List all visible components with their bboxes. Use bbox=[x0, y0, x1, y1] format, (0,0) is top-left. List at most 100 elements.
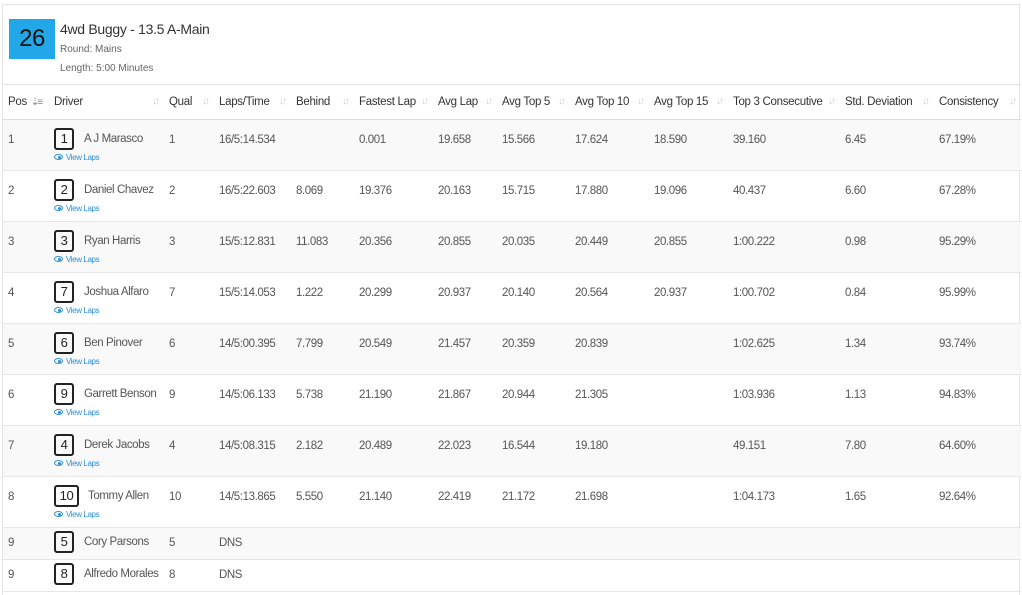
view-laps-link[interactable]: View Laps bbox=[54, 255, 164, 264]
view-laps-label: View Laps bbox=[66, 203, 100, 213]
table-row: 4 7 Joshua Alfaro View Laps 7 15/5:14.053 1.22… bbox=[3, 272, 1021, 323]
col-header-pos[interactable]: Pos ⇣≡ bbox=[3, 85, 49, 120]
car-number-badge: 7 bbox=[54, 280, 74, 303]
cell-qual: 3 bbox=[169, 235, 175, 248]
car-number-badge: 3 bbox=[54, 229, 74, 252]
view-laps-link[interactable]: View Laps bbox=[54, 408, 164, 417]
cell-top10 bbox=[570, 527, 649, 559]
cell-qual: 2 bbox=[169, 184, 175, 197]
cell-consistency: 67.28% bbox=[939, 184, 976, 197]
view-laps-link[interactable]: View Laps bbox=[54, 510, 164, 519]
col-header-label: Driver bbox=[54, 95, 83, 108]
car-number-badge: 4 bbox=[54, 433, 74, 456]
cell-top10: 20.564 bbox=[575, 286, 608, 299]
cell-top5: 15.566 bbox=[502, 133, 535, 146]
driver-line: 7 Joshua Alfaro bbox=[54, 280, 164, 303]
cell-top10: 19.180 bbox=[575, 439, 608, 452]
cell-std: 1.13 bbox=[845, 388, 866, 401]
cell-top3c bbox=[728, 527, 840, 559]
cell-top15 bbox=[649, 374, 728, 425]
driver-name: Alfredo Morales bbox=[84, 567, 159, 580]
sort-icon: ↓↑ bbox=[1009, 96, 1017, 107]
cell-std bbox=[840, 559, 934, 591]
cell-top5 bbox=[497, 527, 570, 559]
cell-std: 7.80 bbox=[845, 439, 866, 452]
table-row: 8 10 Tommy Allen View Laps 10 14/5:13.865 5.55… bbox=[3, 476, 1021, 527]
col-header-avg-top-10[interactable]: Avg Top 10 ↓↑ bbox=[570, 85, 649, 120]
car-number-badge: 10 bbox=[54, 484, 79, 507]
cell-top10: 17.624 bbox=[575, 133, 608, 146]
cell-driver: 1 A J Marasco View Laps bbox=[49, 119, 164, 170]
cell-top3c bbox=[728, 559, 840, 591]
col-header-std-deviation[interactable]: Std. Deviation ↓↑ bbox=[840, 85, 934, 120]
view-laps-label: View Laps bbox=[66, 407, 100, 417]
table-row: 1 1 A J Marasco View Laps 1 16/5:14.534 0.001 1… bbox=[3, 119, 1021, 170]
cell-laps: 14/5:13.865 bbox=[219, 490, 276, 503]
col-header-label: Laps/Time bbox=[219, 95, 270, 108]
cell-top15: 20.855 bbox=[654, 235, 687, 248]
col-header-avg-top-15[interactable]: Avg Top 15 ↓↑ bbox=[649, 85, 728, 120]
race-round: Round: Mains bbox=[60, 44, 122, 55]
col-header-behind[interactable]: Behind ↓↑ bbox=[291, 85, 354, 120]
race-number-badge: 26 bbox=[9, 19, 55, 59]
sort-icon: ↓↑ bbox=[558, 96, 566, 107]
cell-fastest bbox=[354, 527, 433, 559]
eye-icon bbox=[54, 409, 63, 415]
cell-consistency: 94.83% bbox=[939, 388, 976, 401]
cell-avg: 19.658 bbox=[438, 133, 471, 146]
cell-pos: 6 bbox=[8, 388, 14, 401]
view-laps-label: View Laps bbox=[66, 152, 100, 162]
sort-icon: ↓↑ bbox=[342, 96, 350, 107]
cell-behind bbox=[291, 527, 354, 559]
table-row: 9 8 Alfredo Morales 8 DNS bbox=[3, 559, 1021, 591]
cell-top3c: 1:02.625 bbox=[733, 337, 775, 350]
cell-top10: 20.449 bbox=[575, 235, 608, 248]
cell-avg: 20.937 bbox=[438, 286, 471, 299]
cell-top15: 18.590 bbox=[654, 133, 687, 146]
cell-driver: 5 Cory Parsons bbox=[49, 527, 164, 559]
cell-fastest: 0.001 bbox=[359, 133, 386, 146]
cell-top15 bbox=[649, 527, 728, 559]
cell-behind: 5.550 bbox=[296, 490, 323, 503]
view-laps-link[interactable]: View Laps bbox=[54, 204, 164, 213]
eye-icon bbox=[54, 205, 63, 211]
driver-line: 2 Daniel Chavez bbox=[54, 178, 164, 201]
view-laps-link[interactable]: View Laps bbox=[54, 153, 164, 162]
cell-qual: 9 bbox=[169, 388, 175, 401]
driver-name: Tommy Allen bbox=[88, 489, 149, 502]
driver-name: Garrett Benson bbox=[84, 387, 157, 400]
col-header-label: Avg Top 5 bbox=[502, 95, 551, 108]
col-header-label: Avg Top 10 bbox=[575, 95, 630, 108]
view-laps-label: View Laps bbox=[66, 254, 100, 264]
driver-name: Derek Jacobs bbox=[84, 438, 150, 451]
col-header-fastest-lap[interactable]: Fastest Lap ↓↑ bbox=[354, 85, 433, 120]
col-header-qual[interactable]: Qual ↓↑ bbox=[164, 85, 214, 120]
eye-icon bbox=[54, 307, 63, 313]
cell-pos: 3 bbox=[8, 235, 14, 248]
cell-fastest: 20.549 bbox=[359, 337, 392, 350]
car-number-badge: 1 bbox=[54, 127, 74, 150]
cell-laps: DNS bbox=[219, 536, 243, 549]
col-header-avg-lap[interactable]: Avg Lap ↓↑ bbox=[433, 85, 497, 120]
driver-line: 10 Tommy Allen bbox=[54, 484, 164, 507]
race-results-panel: 26 4wd Buggy - 13.5 A-Main Round: Mains … bbox=[2, 4, 1021, 595]
driver-name: A J Marasco bbox=[84, 132, 143, 145]
cell-driver: 4 Derek Jacobs View Laps bbox=[49, 425, 164, 476]
cell-qual: 1 bbox=[169, 133, 175, 146]
view-laps-link[interactable]: View Laps bbox=[54, 306, 164, 315]
view-laps-link[interactable]: View Laps bbox=[54, 459, 164, 468]
cell-fastest: 20.299 bbox=[359, 286, 392, 299]
col-header-driver[interactable]: Driver ↓↑ bbox=[49, 85, 164, 120]
cell-std: 0.84 bbox=[845, 286, 866, 299]
table-row: 3 3 Ryan Harris View Laps 3 15/5:12.831 11.083… bbox=[3, 221, 1021, 272]
col-header-avg-top-5[interactable]: Avg Top 5 ↓↑ bbox=[497, 85, 570, 120]
table-row: 7 4 Derek Jacobs View Laps 4 14/5:08.315 2.182… bbox=[3, 425, 1021, 476]
sort-icon: ↓↑ bbox=[152, 96, 160, 107]
col-header-consistency[interactable]: Consistency ↓↑ bbox=[934, 85, 1021, 120]
cell-top5: 20.944 bbox=[502, 388, 535, 401]
col-header-top-3-consecutive[interactable]: Top 3 Consecutive ↓↑ bbox=[728, 85, 840, 120]
driver-line: 5 Cory Parsons bbox=[54, 530, 164, 553]
view-laps-link[interactable]: View Laps bbox=[54, 357, 164, 366]
col-header-laps-time[interactable]: Laps/Time ↓↑ bbox=[214, 85, 291, 120]
cell-driver: 6 Ben Pinover View Laps bbox=[49, 323, 164, 374]
